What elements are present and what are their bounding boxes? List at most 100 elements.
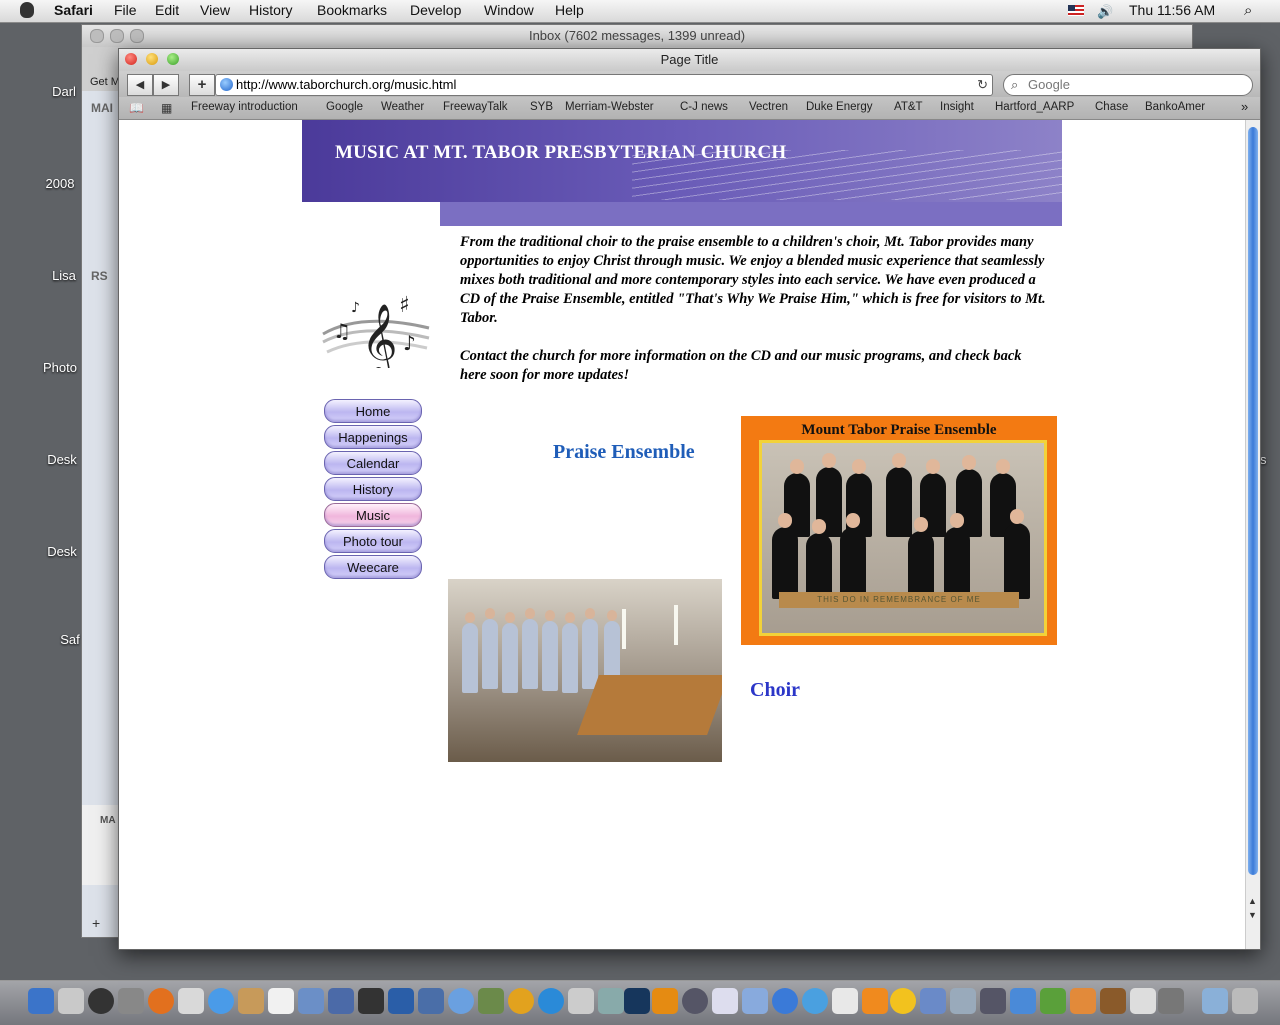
illustrator-icon[interactable] xyxy=(652,988,678,1014)
bookmark-item[interactable]: C-J news xyxy=(680,101,728,113)
app-icon[interactable] xyxy=(598,988,624,1014)
add-bookmark-button[interactable]: + xyxy=(189,74,215,96)
ical-icon[interactable] xyxy=(268,988,294,1014)
menu-clock[interactable]: Thu 11:56 AM xyxy=(1129,2,1215,18)
system-preferences-icon[interactable] xyxy=(118,988,144,1014)
vlc-icon[interactable] xyxy=(862,988,888,1014)
firefox-icon[interactable] xyxy=(148,988,174,1014)
search-field[interactable]: ⌕ Google xyxy=(1003,74,1253,96)
app-icon[interactable] xyxy=(1040,988,1066,1014)
volume-icon[interactable]: 🔊 xyxy=(1097,4,1113,19)
app-icon[interactable] xyxy=(950,988,976,1014)
menu-history[interactable]: History xyxy=(249,2,293,18)
garageband-icon[interactable] xyxy=(478,988,504,1014)
flag-us-icon[interactable] xyxy=(1068,5,1084,16)
close-button[interactable] xyxy=(125,53,137,65)
menu-develop[interactable]: Develop xyxy=(410,2,461,18)
audio-icon[interactable] xyxy=(508,988,534,1014)
nav-happenings-button[interactable]: Happenings xyxy=(324,425,422,449)
dvd-player-icon[interactable] xyxy=(538,988,564,1014)
grid-icon[interactable]: ▦ xyxy=(161,101,172,115)
nav-calendar-button[interactable]: Calendar xyxy=(324,451,422,475)
app-icon[interactable] xyxy=(1070,988,1096,1014)
mail-close-button[interactable] xyxy=(90,29,104,43)
preview-icon[interactable] xyxy=(298,988,324,1014)
app-icon[interactable] xyxy=(1010,988,1036,1014)
nav-photo-tour-button[interactable]: Photo tour xyxy=(324,529,422,553)
quicktime-icon[interactable] xyxy=(772,988,798,1014)
forward-button[interactable]: ▶ xyxy=(153,74,179,96)
vertical-scrollbar[interactable]: ▲ ▼ xyxy=(1245,120,1260,949)
time-machine-icon[interactable] xyxy=(682,988,708,1014)
mail-zoom-button[interactable] xyxy=(130,29,144,43)
photo-person xyxy=(582,608,598,689)
apple-menu-icon[interactable] xyxy=(20,2,34,18)
clapper-icon[interactable] xyxy=(418,988,444,1014)
book-icon[interactable]: 📖 xyxy=(129,101,144,115)
menu-window[interactable]: Window xyxy=(484,2,534,18)
bookmark-item[interactable]: Chase xyxy=(1095,101,1128,113)
menu-edit[interactable]: Edit xyxy=(155,2,179,18)
app-icon[interactable] xyxy=(920,988,946,1014)
freeway-icon[interactable] xyxy=(890,988,916,1014)
back-button[interactable]: ◀ xyxy=(127,74,153,96)
get-mail-button[interactable]: Get M xyxy=(90,76,120,88)
imovie-icon[interactable] xyxy=(358,988,384,1014)
app-icon[interactable] xyxy=(712,988,738,1014)
app-icon[interactable] xyxy=(1158,988,1184,1014)
app-icon[interactable] xyxy=(742,988,768,1014)
bookmark-item[interactable]: Insight xyxy=(940,101,974,113)
nav-music-button[interactable]: Music xyxy=(324,503,422,527)
bookmark-item[interactable]: AT&T xyxy=(894,101,923,113)
address-book-icon[interactable] xyxy=(238,988,264,1014)
bookmarks-bar: 📖 ▦ Freeway introduction Google Weather … xyxy=(119,97,1260,120)
bookmark-item[interactable]: Freeway introduction xyxy=(191,101,298,113)
zoom-button[interactable] xyxy=(167,53,179,65)
scrollbar-thumb[interactable] xyxy=(1248,127,1258,875)
app-icon[interactable] xyxy=(980,988,1006,1014)
add-mailbox-button[interactable]: + xyxy=(92,915,100,931)
itunes-icon[interactable] xyxy=(448,988,474,1014)
scroll-down-arrow-icon[interactable]: ▼ xyxy=(1248,910,1257,920)
acrobat-icon[interactable] xyxy=(832,988,858,1014)
banner-strip xyxy=(440,202,1062,226)
nav-home-button[interactable]: Home xyxy=(324,399,422,423)
dashboard-icon[interactable] xyxy=(88,988,114,1014)
menu-bookmarks[interactable]: Bookmarks xyxy=(317,2,387,18)
app-icon[interactable] xyxy=(1100,988,1126,1014)
bookmark-item[interactable]: SYB xyxy=(530,101,553,113)
bookmark-item[interactable]: BankoAmer xyxy=(1145,101,1205,113)
safari-icon[interactable] xyxy=(208,988,234,1014)
mail-minimize-button[interactable] xyxy=(110,29,124,43)
address-bar[interactable]: http://www.taborchurch.org/music.html ↻ xyxy=(215,74,993,96)
bookmark-item[interactable]: Merriam-Webster xyxy=(565,101,654,113)
bookmarks-overflow-button[interactable]: » xyxy=(1241,99,1248,114)
bookmark-item[interactable]: Duke Energy xyxy=(806,101,872,113)
reload-icon[interactable]: ↻ xyxy=(977,75,988,95)
textedit-icon[interactable] xyxy=(388,988,414,1014)
minimize-button[interactable] xyxy=(146,53,158,65)
media-player-icon[interactable] xyxy=(802,988,828,1014)
menu-help[interactable]: Help xyxy=(555,2,584,18)
app-icon[interactable] xyxy=(1130,988,1156,1014)
menu-file[interactable]: File xyxy=(114,2,137,18)
nav-history-button[interactable]: History xyxy=(324,477,422,501)
bookmark-item[interactable]: Weather xyxy=(381,101,424,113)
menu-app-safari[interactable]: Safari xyxy=(54,2,93,18)
finder-icon[interactable] xyxy=(28,988,54,1014)
menu-view[interactable]: View xyxy=(200,2,230,18)
iphoto-icon[interactable] xyxy=(328,988,354,1014)
nav-weecare-button[interactable]: Weecare xyxy=(324,555,422,579)
bookmark-item[interactable]: Google xyxy=(326,101,363,113)
bookmark-item[interactable]: FreewayTalk xyxy=(443,101,508,113)
folder-icon[interactable] xyxy=(1202,988,1228,1014)
photoshop-icon[interactable] xyxy=(624,988,650,1014)
mail-icon[interactable] xyxy=(178,988,204,1014)
calculator-icon[interactable] xyxy=(58,988,84,1014)
scroll-up-arrow-icon[interactable]: ▲ xyxy=(1248,896,1257,906)
bookmark-item[interactable]: Vectren xyxy=(749,101,788,113)
bookmark-item[interactable]: Hartford_AARP xyxy=(995,101,1074,113)
utility-icon[interactable] xyxy=(568,988,594,1014)
spotlight-search-icon[interactable]: ⌕ xyxy=(1244,2,1252,19)
trash-icon[interactable] xyxy=(1232,988,1258,1014)
